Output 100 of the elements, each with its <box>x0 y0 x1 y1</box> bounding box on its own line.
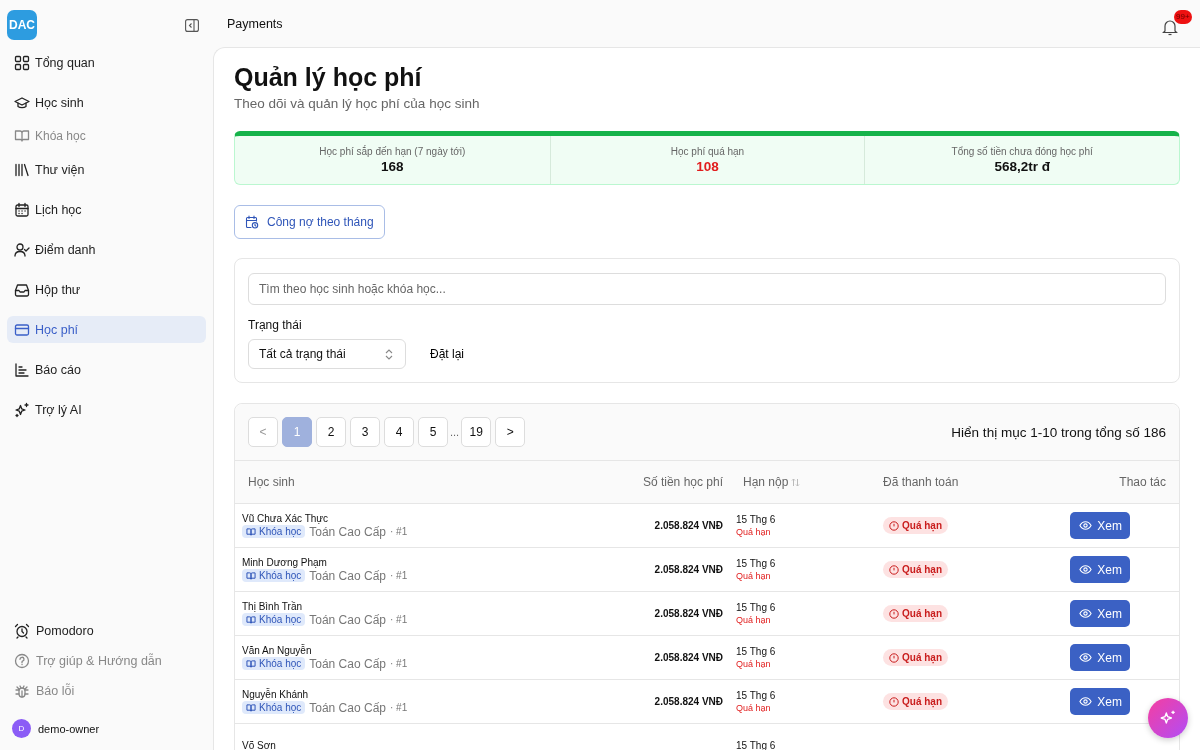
due-date: 15 Thg 6 <box>736 558 777 569</box>
search-field[interactable]: Tìm theo học sinh hoặc khóa học... <box>248 273 1166 305</box>
student-name: Thị Bình Trần <box>242 600 304 612</box>
eye-icon <box>1079 651 1093 664</box>
column-header: Học sinh <box>247 475 296 489</box>
graduation-cap-icon <box>14 95 30 111</box>
page-button[interactable]: 19 <box>461 417 492 447</box>
nav-item[interactable]: Lịch học <box>7 190 206 230</box>
due-status: Quá hạn <box>736 527 772 537</box>
help-icon <box>14 653 30 669</box>
stat-value: 568,2tr đ <box>994 159 1050 174</box>
fee-amount: 2.058.824 VNĐ <box>654 696 723 707</box>
sort-icon <box>791 477 801 487</box>
alert-circle-icon <box>889 520 899 531</box>
nav-item[interactable]: Tổng quan <box>7 43 206 83</box>
eye-icon <box>1079 563 1093 576</box>
reset-button[interactable]: Đặt lại <box>430 341 464 367</box>
monthly-debt-button[interactable]: Công nợ theo tháng <box>234 205 385 239</box>
page-button[interactable]: 2 <box>316 417 346 447</box>
course-tag-label: Khóa học <box>259 526 302 537</box>
course-name: Toán Cao Cấp <box>309 612 386 627</box>
pagination-summary: Hiển thị mục 1-10 trong tổng số 186 <box>951 424 1166 440</box>
student-name: Võ Sơn <box>242 740 277 750</box>
alert-circle-icon <box>889 608 899 619</box>
course-number: · #1 <box>390 570 408 581</box>
due-status: Quá hạn <box>736 615 772 625</box>
library-icon <box>14 162 30 178</box>
course-tag-label: Khóa học <box>259 658 302 669</box>
column-header: Thao tác <box>1118 475 1167 489</box>
page-button[interactable]: 5 <box>418 417 448 447</box>
stat-value: 108 <box>696 159 719 174</box>
bar-chart-icon <box>14 362 30 378</box>
inbox-icon <box>14 282 30 298</box>
view-button[interactable]: Xem <box>1070 644 1130 671</box>
status-label: Trạng thái <box>248 318 303 332</box>
course-tag-label: Khóa học <box>259 614 302 625</box>
nav-item[interactable]: Báo cáo <box>7 350 206 390</box>
student-name: Nguyễn Khánh <box>242 688 310 700</box>
next-page-button[interactable]: > <box>495 417 526 447</box>
chevron-up-down-icon <box>385 348 393 360</box>
nav-item[interactable]: Học phí <box>7 316 206 343</box>
student-name: Minh Dương Phạm <box>242 556 328 568</box>
nav-item[interactable]: Pomodoro <box>7 616 206 646</box>
nav-item[interactable]: Thư viện <box>7 150 206 190</box>
column-header: Số tiền học phí <box>641 475 723 489</box>
course-number: · #1 <box>390 526 408 537</box>
course-name: Toán Cao Cấp <box>309 568 386 583</box>
view-button[interactable]: Xem <box>1070 600 1130 627</box>
status-label: Quá hạn <box>902 608 942 619</box>
eye-icon <box>1079 695 1093 708</box>
book-icon <box>246 526 256 537</box>
course-tag-label: Khóa học <box>259 702 302 713</box>
fee-amount: 2.058.824 VNĐ <box>654 564 723 575</box>
avatar: D <box>12 719 31 738</box>
eye-icon <box>1079 519 1093 532</box>
book-icon <box>246 570 256 581</box>
stat-label: Tổng số tiền chưa đóng học phí <box>951 146 1093 157</box>
view-button[interactable]: Xem <box>1070 512 1130 539</box>
course-number: · #1 <box>390 658 408 669</box>
status-label: Quá hạn <box>902 564 942 575</box>
alert-circle-icon <box>889 652 899 663</box>
view-button[interactable]: Xem <box>1070 556 1130 583</box>
bug-icon <box>14 683 30 699</box>
sidebar-toggle-icon[interactable] <box>185 18 199 32</box>
user-menu[interactable]: D demo-owner <box>7 706 206 738</box>
status-label: Quá hạn <box>902 696 942 707</box>
column-header[interactable]: Hạn nộp <box>723 475 883 489</box>
page-button[interactable]: 3 <box>350 417 380 447</box>
due-date: 15 Thg 6 <box>736 514 777 525</box>
course-number: · #1 <box>390 614 408 625</box>
student-name: Vũ Chưa Xác Thực <box>242 512 330 524</box>
alert-circle-icon <box>889 564 899 575</box>
fee-amount: 2.058.824 VNĐ <box>654 520 723 531</box>
nav-item[interactable]: Trợ lý AI <box>7 390 206 430</box>
nav-item[interactable]: Điểm danh <box>7 230 206 270</box>
course-name: Toán Cao Cấp <box>309 700 386 715</box>
calendar-icon <box>14 202 30 218</box>
alarm-clock-icon <box>14 623 30 639</box>
status-label: Quá hạn <box>902 652 942 663</box>
page-button[interactable]: 4 <box>384 417 414 447</box>
page-title: Quản lý học phí <box>234 62 423 92</box>
status-dropdown[interactable]: Tất cả trạng thái <box>248 339 406 369</box>
book-icon <box>246 702 256 713</box>
status-label: Quá hạn <box>902 520 942 531</box>
sparkles-icon <box>1159 709 1177 727</box>
due-status: Quá hạn <box>736 659 772 669</box>
view-button[interactable]: Xem <box>1070 688 1130 715</box>
due-status: Quá hạn <box>736 703 772 713</box>
user-check-icon <box>14 242 30 258</box>
column-header: Đã thanh toán <box>883 475 960 489</box>
bell-icon[interactable] <box>1162 17 1178 36</box>
book-icon <box>246 658 256 669</box>
stat-label: Học phí quá hạn <box>670 146 745 157</box>
nav-item[interactable]: Hộp thư <box>7 270 206 310</box>
due-status: Quá hạn <box>736 571 772 581</box>
course-tag-label: Khóa học <box>259 570 302 581</box>
page-subtitle: Theo dõi và quản lý học phí của học sinh <box>234 96 481 111</box>
course-number: · #1 <box>390 702 408 713</box>
student-name: Văn An Nguyễn <box>242 644 313 656</box>
stat-label: Học phí sắp đến hạn (7 ngày tới) <box>319 146 466 157</box>
